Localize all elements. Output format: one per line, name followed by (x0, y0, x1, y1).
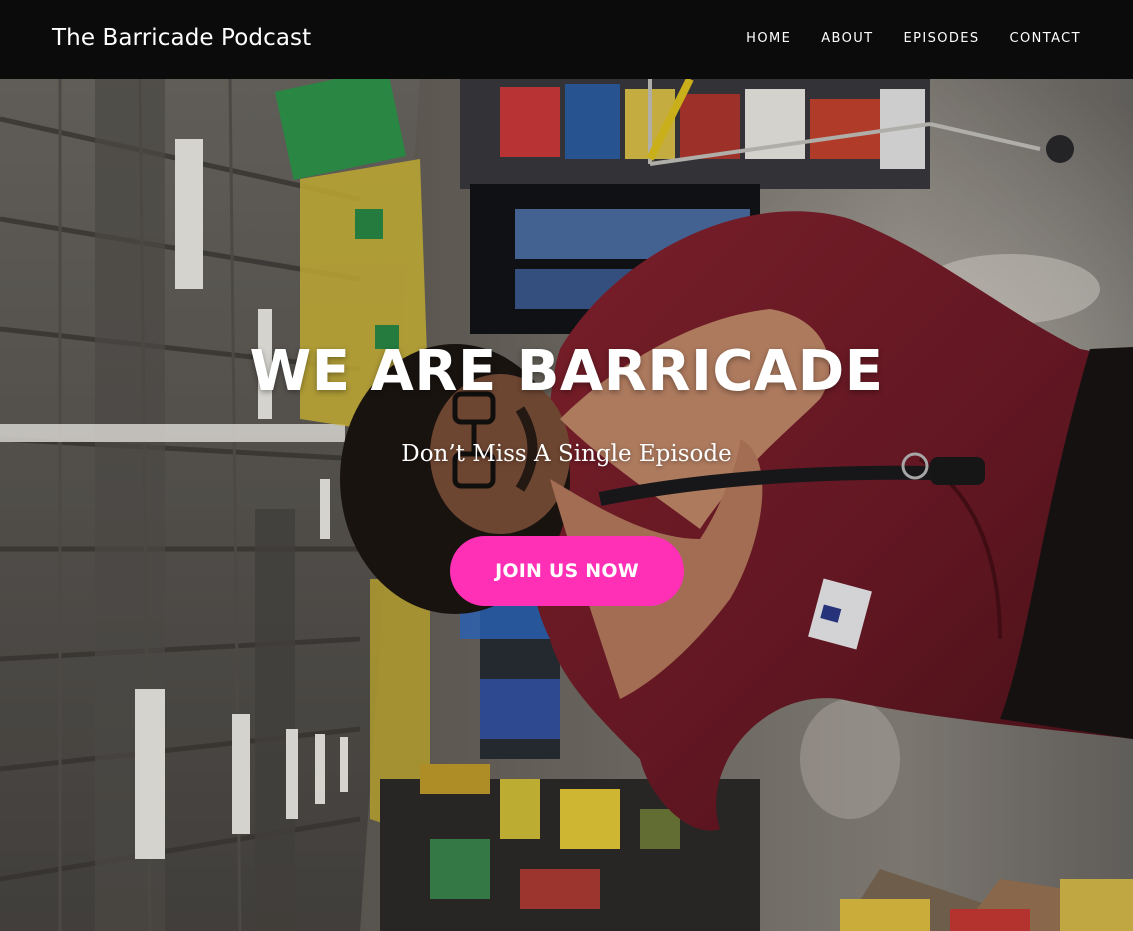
nav-link-home[interactable]: HOME (746, 31, 791, 46)
hero-overlay (0, 79, 1133, 931)
nav-link-about[interactable]: ABOUT (821, 31, 873, 46)
hero-subtitle: Don’t Miss A Single Episode (401, 441, 732, 467)
main-nav: HOME ABOUT EPISODES CONTACT (746, 29, 1081, 48)
hero-section: WE ARE BARRICADE Don’t Miss A Single Epi… (0, 79, 1133, 931)
site-header: The Barricade Podcast HOME ABOUT EPISODE… (0, 0, 1133, 79)
nav-link-episodes[interactable]: EPISODES (903, 31, 979, 46)
nav-link-contact[interactable]: CONTACT (1010, 31, 1081, 46)
nav-item-home: HOME (746, 29, 791, 48)
join-us-now-button[interactable]: JOIN US NOW (450, 536, 684, 606)
site-title-link[interactable]: The Barricade Podcast (52, 22, 311, 54)
hero-title: WE ARE BARRICADE (249, 339, 884, 404)
nav-item-about: ABOUT (821, 29, 873, 48)
nav-item-episodes: EPISODES (903, 29, 979, 48)
nav-item-contact: CONTACT (1010, 29, 1081, 48)
